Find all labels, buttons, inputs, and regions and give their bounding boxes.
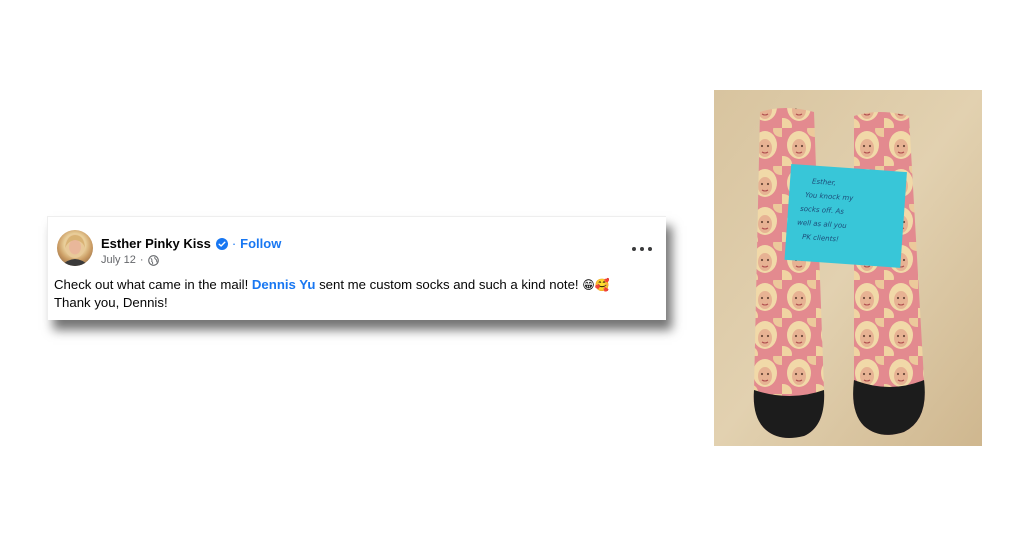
socks-photo: Esther, You knock my socks off. As well …: [714, 90, 982, 446]
author-name[interactable]: Esther Pinky Kiss: [101, 236, 211, 251]
follow-separator: ·: [231, 235, 237, 251]
post-header: Esther Pinky Kiss · Follow: [101, 234, 281, 252]
more-options-icon[interactable]: [632, 244, 652, 254]
globe-icon: [147, 254, 159, 266]
facebook-post-card: Esther Pinky Kiss · Follow July 12 · Che…: [47, 216, 666, 320]
post-text-part1: Check out what came in the mail!: [54, 277, 252, 292]
meta-separator: ·: [139, 254, 144, 266]
post-text-line2: Thank you, Dennis!: [54, 295, 168, 310]
follow-button[interactable]: Follow: [240, 236, 281, 251]
svg-text:Esther,: Esther,: [812, 177, 837, 187]
verified-badge-icon: [215, 237, 228, 250]
post-text: Check out what came in the mail! Dennis …: [54, 276, 654, 312]
post-text-part2: sent me custom socks and such a kind not…: [315, 277, 583, 292]
mention-link[interactable]: Dennis Yu: [252, 277, 316, 292]
author-avatar[interactable]: [57, 230, 93, 266]
post-date[interactable]: July 12: [101, 254, 136, 266]
emoji-group: 😁🥰: [582, 278, 610, 292]
post-meta: July 12 ·: [101, 254, 159, 266]
